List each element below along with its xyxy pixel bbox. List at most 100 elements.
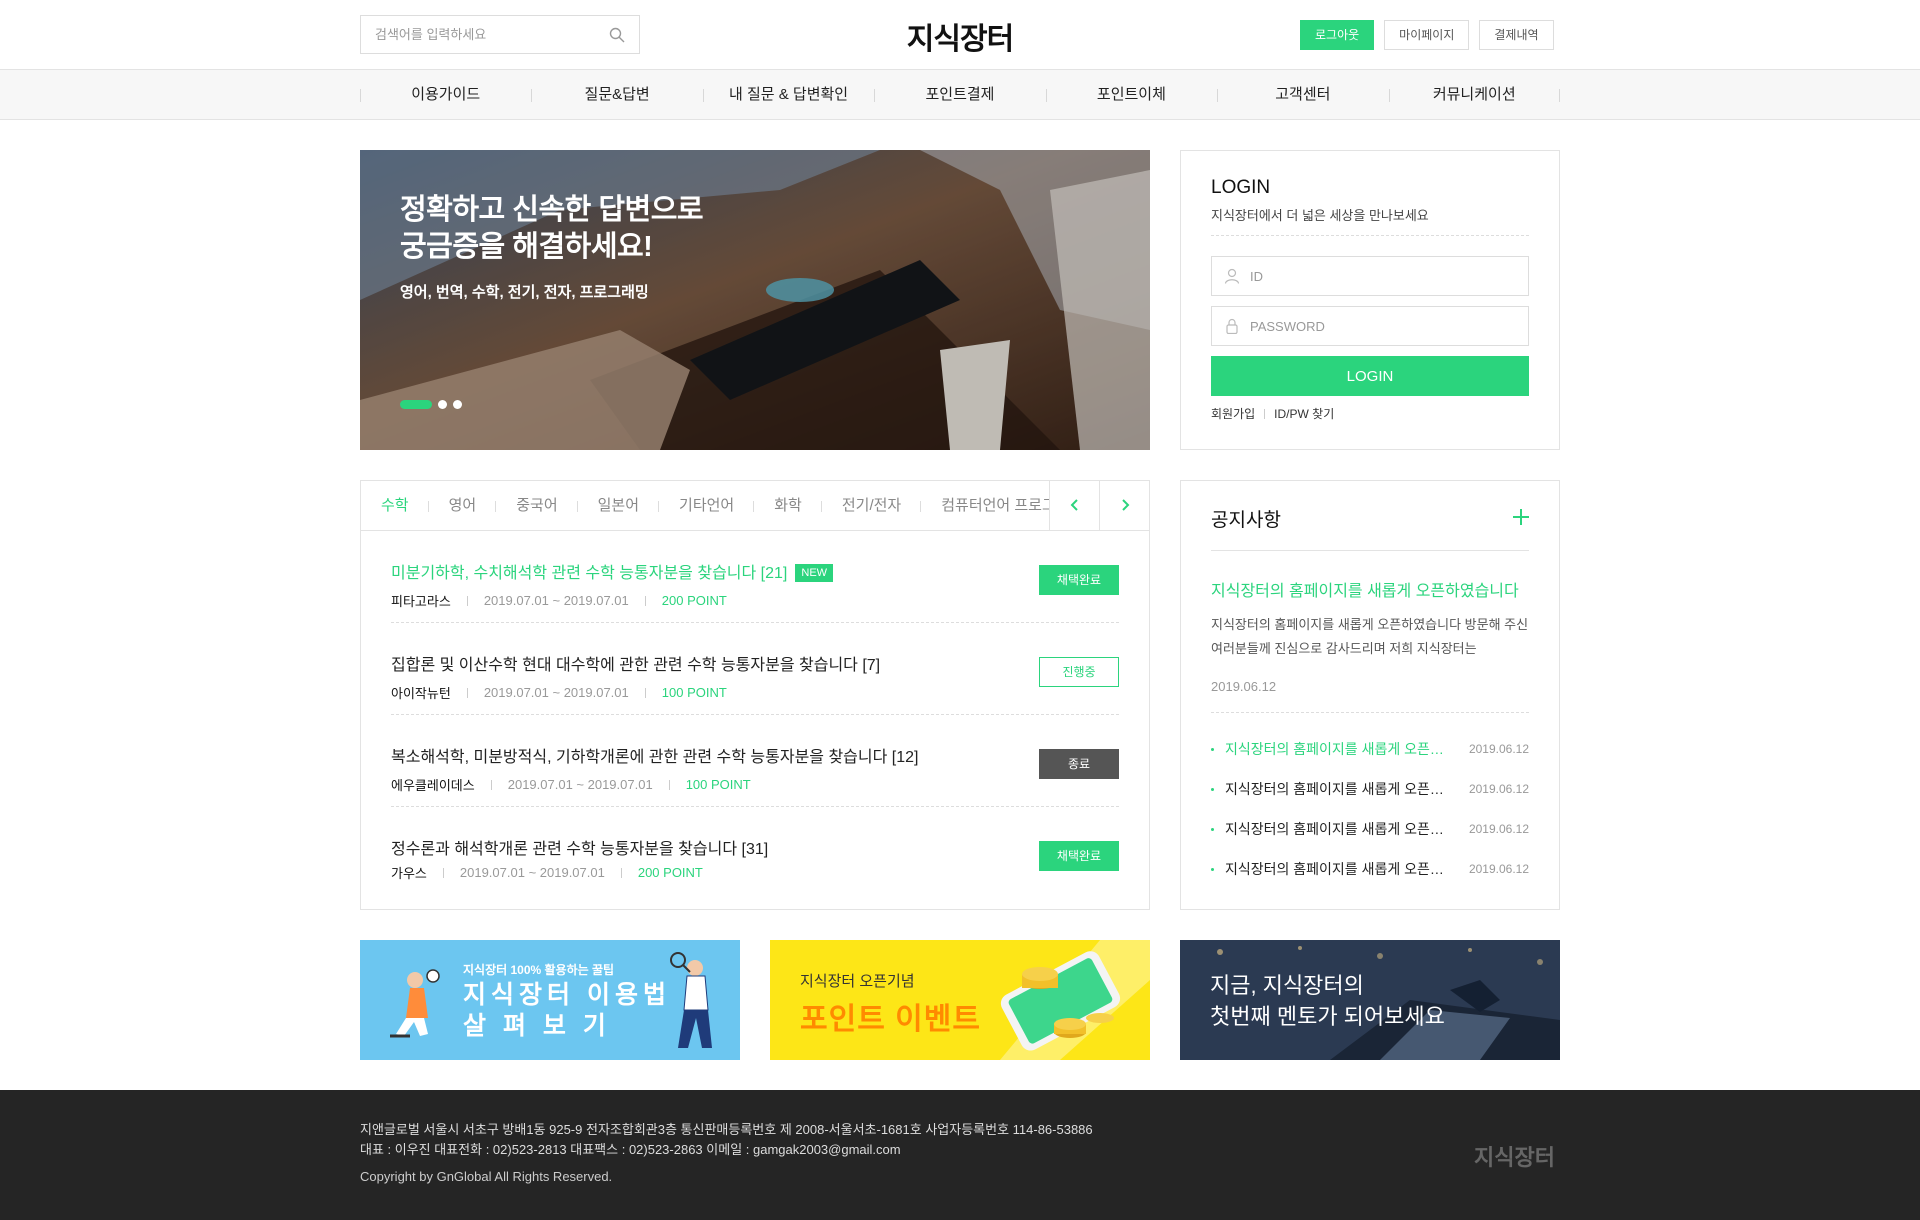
featured-notice-date: 2019.06.12 <box>1211 679 1277 694</box>
chevron-left-icon <box>1070 499 1078 511</box>
join-link[interactable]: 회원가입 <box>1211 405 1255 422</box>
guide-promo-banner[interactable]: 지식장터 100% 활용하는 꿀팁 지식장터 이용법 살 펴 보 기 <box>360 940 740 1060</box>
event-promo-banner[interactable]: 지식장터 오픈기념 포인트 이벤트 <box>770 940 1150 1060</box>
question-author: 가우스 <box>391 866 427 881</box>
tab-english[interactable]: 영어 <box>429 481 497 530</box>
notice-item-title[interactable]: 지식장터의 홈페이지를 새롭게 오픈하였습니다 <box>1225 809 1445 849</box>
status-badge: 종료 <box>1039 749 1119 779</box>
payments-button[interactable]: 결제내역 <box>1479 20 1554 50</box>
banner-subtitle: 영어, 번역, 수학, 전기, 전자, 프로그래밍 <box>400 284 649 301</box>
notice-item-title[interactable]: 지식장터의 홈페이지를 새롭게 오픈하였습니다 <box>1225 849 1445 889</box>
question-point: 100 POINT <box>685 777 751 792</box>
notice-item-date: 2019.06.12 <box>1468 822 1529 836</box>
login-button[interactable]: LOGIN <box>1211 356 1529 396</box>
slide-dot-1[interactable] <box>400 400 432 409</box>
search-icon[interactable] <box>609 27 625 43</box>
new-badge: NEW <box>795 564 834 582</box>
notice-item-date: 2019.06.12 <box>1468 742 1529 756</box>
question-author: 피타고라스 <box>391 594 451 609</box>
id-input[interactable] <box>1212 257 1528 295</box>
event-promo-big: 포인트 이벤트 <box>800 1003 981 1036</box>
nav-item-qna[interactable]: 질문&답변 <box>531 70 702 120</box>
tab-math[interactable]: 수학 <box>361 481 429 530</box>
event-promo-small: 지식장터 오픈기념 <box>800 973 915 990</box>
tab-programming[interactable]: 컴퓨터언어 프로그래밍 <box>921 481 1051 530</box>
question-author: 아이작뉴턴 <box>391 686 451 701</box>
notice-item-title[interactable]: 지식장터의 홈페이지를 새롭게 오픈하였습니다 <box>1225 729 1445 769</box>
notice-box: 공지사항 지식장터의 홈페이지를 새롭게 오픈하였습니다 지식장터의 홈페이지를… <box>1180 480 1560 910</box>
tab-electronics[interactable]: 전기/전자 <box>822 481 922 530</box>
notice-item[interactable]: 지식장터의 홈페이지를 새롭게 오픈하였습니다 2019.06.12 <box>1211 809 1529 849</box>
id-field-wrap <box>1211 256 1529 296</box>
notice-item[interactable]: 지식장터의 홈페이지를 새롭게 오픈하였습니다 2019.06.12 <box>1211 849 1529 889</box>
slide-dot-2[interactable] <box>438 400 447 409</box>
find-id-pw-link[interactable]: ID/PW 찾기 <box>1274 405 1334 422</box>
plus-icon[interactable] <box>1513 509 1529 525</box>
question-title[interactable]: 정수론과 해석학개론 관련 수학 능통자분을 찾습니다 [31] <box>391 841 768 858</box>
header: 지식장터 로그아웃 마이페이지 결제내역 <box>0 0 1920 70</box>
logout-button[interactable]: 로그아웃 <box>1300 20 1375 50</box>
lock-icon <box>1226 318 1238 334</box>
notice-item-date: 2019.06.12 <box>1468 782 1529 796</box>
tab-chemistry[interactable]: 화학 <box>754 481 822 530</box>
question-title[interactable]: 복소해석학, 미분방적식, 기하학개론에 관한 관련 수학 능통자분을 찾습니다… <box>391 749 918 766</box>
search-input[interactable] <box>361 16 591 53</box>
nav-item-community[interactable]: 커뮤니케이션 <box>1388 70 1561 120</box>
tab-japanese[interactable]: 일본어 <box>578 481 660 530</box>
question-row[interactable]: 집합론 및 이산수학 현대 대수학에 관한 관련 수학 능통자분을 찾습니다 [… <box>391 623 1119 715</box>
login-box: LOGIN 지식장터에서 더 넓은 세상을 만나보세요 LOGIN 회원가입 I… <box>1180 150 1560 450</box>
status-badge: 진행중 <box>1039 657 1119 687</box>
mentor-promo-text: 지금, 지식장터의 첫번째 멘토가 되어보세요 <box>1210 973 1445 1029</box>
notice-item[interactable]: 지식장터의 홈페이지를 새롭게 오픈하였습니다 2019.06.12 <box>1211 729 1529 769</box>
question-point: 200 POINT <box>637 865 703 880</box>
login-desc: 지식장터에서 더 넓은 세상을 만나보세요 <box>1211 205 1529 236</box>
notice-item-title[interactable]: 지식장터의 홈페이지를 새롭게 오픈하였습니다 <box>1225 769 1445 809</box>
footer: 지앤글로벌 서울시 서초구 방배1동 925-9 전자조합회관3층 통신판매등록… <box>0 1090 1920 1220</box>
main-nav: 이용가이드 질문&답변 내 질문 & 답변확인 포인트결제 포인트이체 고객센터… <box>0 70 1920 120</box>
mypage-button[interactable]: 마이페이지 <box>1384 20 1470 50</box>
password-field-wrap <box>1211 306 1529 346</box>
footer-contact-info: 대표 : 이우진 대표전화 : 02)523-2813 대표팩스 : 02)52… <box>360 1142 901 1157</box>
slide-dot-3[interactable] <box>453 400 462 409</box>
notice-item[interactable]: 지식장터의 홈페이지를 새롭게 오픈하였습니다 2019.06.12 <box>1211 769 1529 809</box>
user-icon <box>1224 268 1240 284</box>
tab-other-languages[interactable]: 기타언어 <box>659 481 755 530</box>
site-logo[interactable]: 지식장터 <box>907 23 1014 56</box>
tabs-next-button[interactable] <box>1099 481 1149 530</box>
question-title[interactable]: 집합론 및 이산수학 현대 대수학에 관한 관련 수학 능통자분을 찾습니다 [… <box>391 657 880 674</box>
password-input[interactable] <box>1212 307 1528 345</box>
question-board: 수학 영어 중국어 일본어 기타언어 화학 전기/전자 컴퓨터언어 프로그래밍 … <box>360 480 1150 910</box>
chevron-right-icon <box>1122 499 1130 511</box>
nav-item-my-questions[interactable]: 내 질문 & 답변확인 <box>702 70 874 120</box>
featured-notice-title[interactable]: 지식장터의 홈페이지를 새롭게 오픈하였습니다 <box>1211 577 1529 601</box>
nav-item-customer-center[interactable]: 고객센터 <box>1217 70 1388 120</box>
mentor-promo-banner[interactable]: 지금, 지식장터의 첫번째 멘토가 되어보세요 <box>1180 940 1560 1060</box>
featured-notice-body: 지식장터의 홈페이지를 새롭게 오픈하였습니다 방문해 주신 여러분들께 진심으… <box>1211 617 1529 656</box>
question-date: 2019.07.01 ~ 2019.07.01 <box>483 685 629 700</box>
notice-item-date: 2019.06.12 <box>1468 862 1529 876</box>
question-date: 2019.07.01 ~ 2019.07.01 <box>507 777 653 792</box>
question-row[interactable]: 미분기하학, 수치해석학 관련 수학 능통자분을 찾습니다 [21] NEW 피타… <box>391 531 1119 623</box>
status-badge: 채택완료 <box>1039 841 1119 871</box>
search-box <box>360 15 640 54</box>
tab-chinese[interactable]: 중국어 <box>496 481 579 530</box>
login-title: LOGIN <box>1211 177 1271 198</box>
nav-item-guide[interactable]: 이용가이드 <box>360 70 531 120</box>
nav-item-point-payment[interactable]: 포인트결제 <box>874 70 1045 120</box>
question-row[interactable]: 정수론과 해석학개론 관련 수학 능통자분을 찾습니다 [31] 가우스 2019… <box>391 807 1119 893</box>
question-row[interactable]: 복소해석학, 미분방적식, 기하학개론에 관한 관련 수학 능통자분을 찾습니다… <box>391 715 1119 807</box>
banner-title: 정확하고 신속한 답변으로 궁금증을 해결하세요! <box>400 194 704 263</box>
top-buttons: 로그아웃 마이페이지 결제내역 <box>1300 20 1554 50</box>
footer-copyright: Copyright by GnGlobal All Rights Reserve… <box>360 1169 613 1184</box>
notice-title: 공지사항 <box>1211 510 1281 531</box>
hero-banner[interactable]: 정확하고 신속한 답변으로 궁금증을 해결하세요! 영어, 번역, 수학, 전기… <box>360 150 1150 450</box>
question-title[interactable]: 미분기하학, 수치해석학 관련 수학 능통자분을 찾습니다 [21] <box>391 565 787 582</box>
divider <box>1264 408 1266 419</box>
question-author: 에우클레이데스 <box>391 778 475 793</box>
tabs-prev-button[interactable] <box>1049 481 1099 530</box>
slide-indicators <box>400 400 462 409</box>
featured-notice[interactable]: 지식장터의 홈페이지를 새롭게 오픈하였습니다 지식장터의 홈페이지를 새롭게 … <box>1211 551 1529 713</box>
guide-promo-big: 지식장터 이용법 살 펴 보 기 <box>463 981 671 1040</box>
category-tabs: 수학 영어 중국어 일본어 기타언어 화학 전기/전자 컴퓨터언어 프로그래밍 <box>361 481 1149 531</box>
nav-item-point-transfer[interactable]: 포인트이체 <box>1045 70 1217 120</box>
